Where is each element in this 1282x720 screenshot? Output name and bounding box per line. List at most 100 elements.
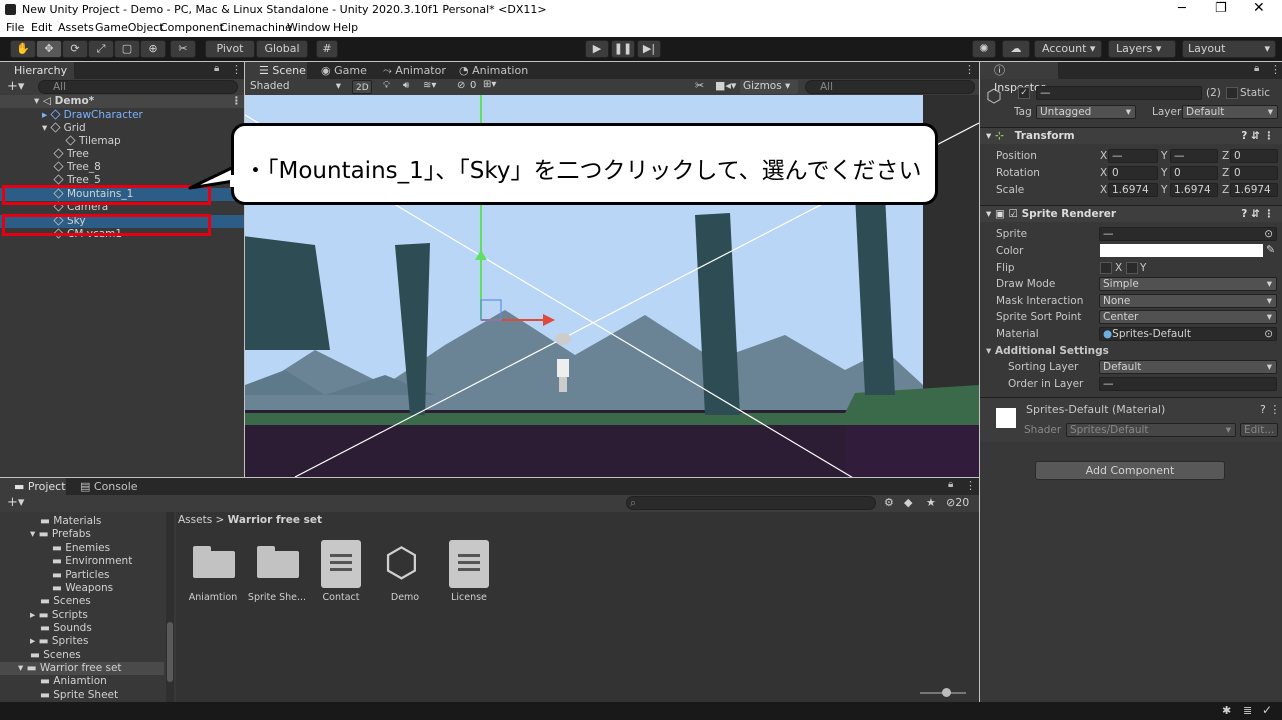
- sorting-layer-dropdown[interactable]: Default ▾: [1099, 360, 1277, 374]
- scale-z[interactable]: 1.6974: [1230, 183, 1278, 197]
- grid-icon[interactable]: ⊞▾: [483, 79, 496, 90]
- edit-shader-button[interactable]: Edit...: [1240, 423, 1278, 437]
- scene-search-input[interactable]: All: [805, 80, 975, 94]
- menu-assets[interactable]: Assets: [58, 21, 94, 34]
- tree-item[interactable]: ▬ Weapons: [52, 582, 113, 595]
- color-swatch[interactable]: [1100, 244, 1263, 257]
- tree-item[interactable]: ▬ Environment: [52, 555, 132, 568]
- menu-cinemachine[interactable]: Cinemachine: [220, 21, 292, 34]
- global-button[interactable]: Global: [256, 40, 308, 58]
- scale-y[interactable]: 1.6974: [1170, 183, 1218, 197]
- tree-item[interactable]: ▬ Scenes: [30, 649, 81, 662]
- lock-icon[interactable]: 🔒︎: [948, 479, 953, 490]
- additional-settings-foldout[interactable]: ▾ Additional Settings: [986, 344, 1109, 358]
- lock-icon[interactable]: 🔒︎: [214, 63, 219, 74]
- play-button[interactable]: ▶: [585, 40, 609, 58]
- collab-icon[interactable]: ✺: [972, 40, 996, 58]
- move-tool-icon[interactable]: ✥: [36, 40, 62, 58]
- breadcrumb-assets[interactable]: Assets: [178, 514, 212, 526]
- tree-item[interactable]: ▬ Enemies: [52, 542, 110, 555]
- maximize-icon[interactable]: ❐: [1215, 1, 1227, 16]
- eyedropper-icon[interactable]: ✎: [1266, 243, 1275, 256]
- custom-tool-icon[interactable]: ✂: [170, 40, 196, 58]
- tools-icon[interactable]: ✂: [695, 79, 704, 92]
- pause-button[interactable]: ❚❚: [611, 40, 635, 58]
- material-field[interactable]: ●Sprites-Default ⊙: [1099, 327, 1277, 341]
- asset-item[interactable]: Contact: [306, 540, 376, 610]
- tab-animator[interactable]: ⤳ Animator: [369, 62, 453, 79]
- pivot-button[interactable]: Pivot: [205, 40, 255, 58]
- position-x[interactable]: —: [1108, 149, 1158, 163]
- tree-item[interactable]: ▬ Scenes: [40, 595, 91, 608]
- tree-item[interactable]: ▾ ▬ Prefabs: [30, 528, 91, 541]
- menu-help[interactable]: Help: [333, 21, 358, 34]
- flip-x-checkbox[interactable]: [1100, 262, 1112, 274]
- tab-console[interactable]: ▤ Console: [66, 478, 140, 495]
- menu-file[interactable]: File: [6, 21, 24, 34]
- layout-dropdown[interactable]: Layout ▾: [1182, 40, 1276, 58]
- material-actions[interactable]: ? ⋮: [1260, 403, 1280, 416]
- tree-item[interactable]: ▬ Materials: [40, 515, 101, 528]
- menu-component[interactable]: Component: [160, 21, 224, 34]
- sprite-renderer-header[interactable]: ▾ ▣ ☑ Sprite Renderer? ⇵ ⋮: [980, 205, 1282, 222]
- position-z[interactable]: 0: [1230, 149, 1278, 163]
- hierarchy-item-grid[interactable]: ▾ Grid: [42, 122, 86, 135]
- transform-tool-icon[interactable]: ⊕: [140, 40, 166, 58]
- project-search-input[interactable]: ⌕: [626, 496, 876, 510]
- tab-inspector[interactable]: ⓘ Inspector: [980, 62, 1058, 94]
- asset-item[interactable]: Aniamtion: [178, 540, 248, 610]
- tab-project[interactable]: ▬ Project: [0, 478, 66, 495]
- shading-dropdown[interactable]: Shaded ▾: [247, 80, 345, 94]
- tab-scene[interactable]: ☰ Scene: [245, 62, 307, 79]
- kebab-menu-icon[interactable]: ⋮: [231, 63, 242, 76]
- kebab-menu-icon[interactable]: ⋮: [964, 63, 975, 76]
- asset-item[interactable]: Sprite She...: [242, 540, 312, 610]
- rotation-x[interactable]: 0: [1108, 166, 1158, 180]
- layers-status-icon[interactable]: ≣: [1243, 704, 1252, 717]
- icon-size-slider[interactable]: [920, 688, 966, 697]
- tree-item[interactable]: ▬ Sprite Sheet: [40, 689, 118, 702]
- menu-gameobject[interactable]: GameObject: [95, 21, 164, 34]
- rotate-tool-icon[interactable]: ⟳: [62, 40, 88, 58]
- asset-item[interactable]: ⬡ Demo: [370, 540, 440, 610]
- tree-item[interactable]: ▬ Aniamtion: [40, 675, 107, 688]
- hidden-packages-icon[interactable]: ⊘20: [946, 496, 969, 509]
- lighting-icon[interactable]: 💡︎: [383, 80, 390, 91]
- rotation-y[interactable]: 0: [1170, 166, 1218, 180]
- layers-dropdown[interactable]: Layers ▾: [1108, 40, 1176, 58]
- position-y[interactable]: —: [1170, 149, 1218, 163]
- flip-y-checkbox[interactable]: [1126, 262, 1138, 274]
- name-input[interactable]: —: [1036, 86, 1202, 100]
- scale-tool-icon[interactable]: ⤢: [88, 40, 114, 58]
- camera-icon[interactable]: ■◂▾: [715, 79, 736, 92]
- filter-label-icon[interactable]: ◆: [904, 496, 912, 509]
- enabled-checkbox[interactable]: ☑: [1009, 208, 1018, 220]
- create-icon[interactable]: +▾: [7, 495, 24, 510]
- favorite-icon[interactable]: ★: [926, 496, 936, 509]
- layer-dropdown[interactable]: Default ▾: [1182, 105, 1278, 119]
- order-field[interactable]: —: [1099, 377, 1277, 391]
- mask-dropdown[interactable]: None ▾: [1099, 294, 1277, 308]
- hierarchy-item-tree8[interactable]: Tree_8: [53, 161, 101, 174]
- tree-item-selected[interactable]: ▾ ▬ Warrior free set: [0, 662, 164, 675]
- account-dropdown[interactable]: Account ▾: [1034, 40, 1102, 58]
- check-icon[interactable]: ✓: [1262, 703, 1272, 717]
- sort-point-dropdown[interactable]: Center ▾: [1099, 310, 1277, 324]
- hierarchy-search-input[interactable]: All: [38, 80, 238, 94]
- active-checkbox[interactable]: ✓: [1018, 87, 1030, 99]
- tab-game[interactable]: ◉ Game: [307, 62, 369, 79]
- kebab-menu-icon[interactable]: ⋮: [1270, 63, 1281, 76]
- menu-window[interactable]: Window: [287, 21, 330, 34]
- sprite-field[interactable]: — ⊙: [1099, 227, 1277, 241]
- breadcrumb-current[interactable]: Warrior free set: [228, 514, 322, 526]
- effects-icon[interactable]: ≋▾: [423, 80, 436, 91]
- kebab-menu-icon[interactable]: ⋮: [965, 479, 976, 492]
- tree-item[interactable]: ▸ ▬ Sprites: [30, 635, 89, 648]
- cloud-icon[interactable]: ☁: [1002, 40, 1030, 58]
- asset-item[interactable]: License: [434, 540, 504, 610]
- hierarchy-scene-row[interactable]: ▾ ◁ Demo* ⋮: [0, 95, 244, 108]
- add-icon[interactable]: +▾: [7, 79, 24, 94]
- tab-hierarchy[interactable]: Hierarchy: [0, 62, 74, 79]
- tree-item[interactable]: ▬ Sounds: [40, 622, 92, 635]
- draw-mode-dropdown[interactable]: Simple ▾: [1099, 277, 1277, 291]
